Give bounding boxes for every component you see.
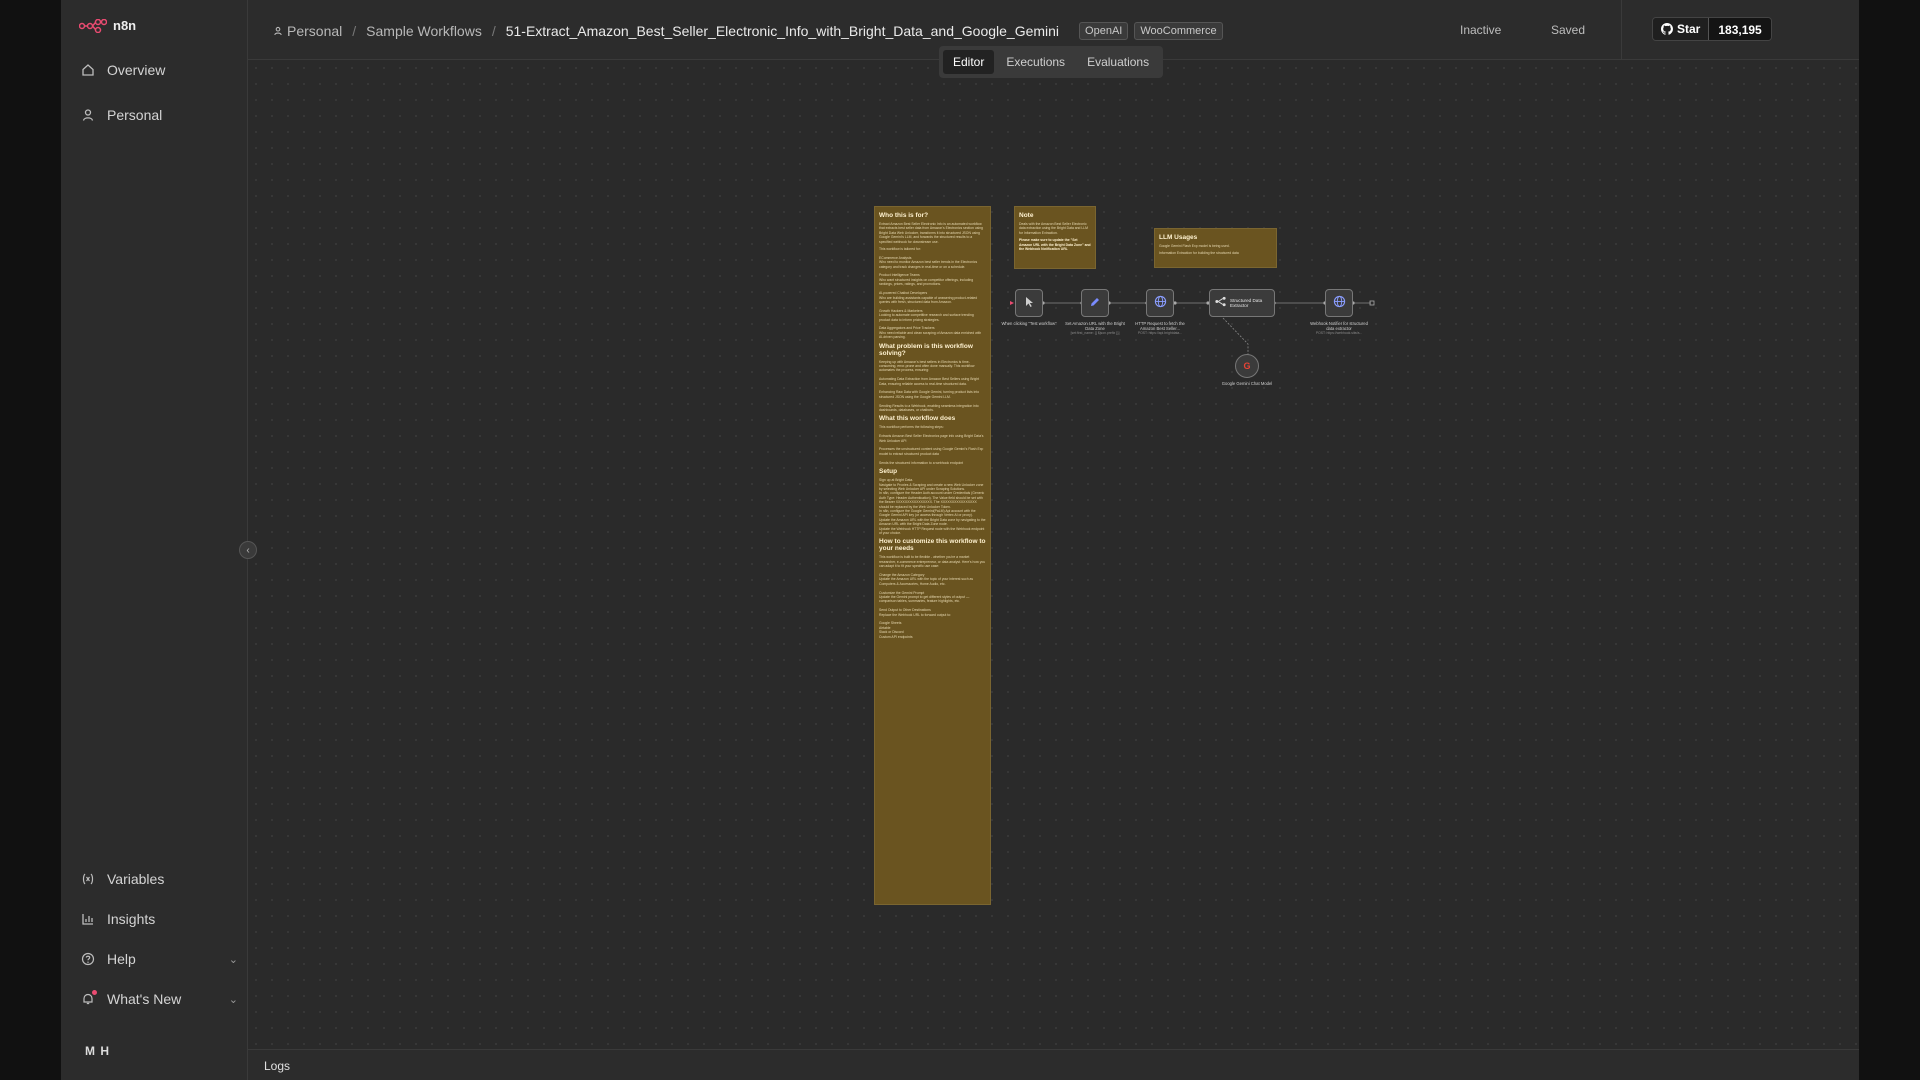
chevron-left-icon: ‹ — [246, 544, 250, 556]
tag-openai[interactable]: OpenAI — [1079, 22, 1129, 40]
sidebar-item-variables[interactable]: Variables — [81, 871, 164, 887]
github-star-label: Star — [1677, 22, 1701, 36]
user-avatar[interactable]: M H — [85, 1044, 110, 1058]
chevron-down-icon: ⌄ — [228, 993, 238, 1006]
node-subtitle: POST: https://webhook.site/a... — [1315, 331, 1363, 335]
logs-label: Logs — [264, 1059, 291, 1073]
app-logo[interactable]: n8n — [79, 18, 136, 33]
node-http-request-amazon[interactable] — [1146, 289, 1174, 317]
logs-panel[interactable]: Logs — [248, 1049, 1859, 1080]
node-manual-trigger[interactable] — [1015, 289, 1043, 317]
variables-icon — [81, 872, 95, 886]
breadcrumb-label: Personal — [287, 23, 343, 39]
sidebar-item-label: What's New — [107, 991, 182, 1007]
sidebar-item-insights[interactable]: Insights — [81, 911, 155, 927]
tag-woocommerce[interactable]: WooCommerce — [1134, 22, 1223, 40]
n8n-logo-icon — [79, 18, 107, 33]
sidebar-item-help[interactable]: Help ⌄ — [81, 951, 238, 967]
node-webhook-notifier[interactable] — [1325, 289, 1353, 317]
github-star-button[interactable]: Star 183,195 — [1652, 17, 1772, 41]
breadcrumb-sample-workflows[interactable]: Sample Workflows — [366, 23, 482, 39]
sidebar-item-label: Overview — [107, 62, 166, 78]
node-label: Webhook Notifier for structured data ext… — [1310, 321, 1368, 331]
header-divider — [1621, 0, 1622, 60]
github-star-count: 183,195 — [1709, 18, 1771, 40]
sidebar-item-whats-new[interactable]: What's New ⌄ — [81, 990, 238, 1007]
github-icon — [1661, 23, 1673, 35]
home-icon — [81, 63, 95, 77]
chevron-down-icon: ⌄ — [228, 953, 238, 966]
node-subtitle: [set:first_name: {{ $json.prefix }}] — [1070, 331, 1120, 335]
google-icon: G — [1243, 361, 1251, 371]
node-google-gemini-chat-model[interactable]: G — [1235, 354, 1259, 378]
breadcrumb-personal[interactable]: Personal — [273, 23, 342, 39]
sidebar-item-personal[interactable]: Personal — [81, 107, 162, 123]
node-label: HTTP Request to fetch the Amazon Best Se… — [1135, 321, 1185, 331]
tab-executions[interactable]: Executions — [996, 50, 1075, 74]
sidebar-item-label: Personal — [107, 107, 163, 123]
user-icon — [81, 108, 95, 122]
node-structured-data-extractor[interactable]: Structured Data Extractor — [1209, 289, 1275, 317]
node-set-amazon-url[interactable] — [1081, 289, 1109, 317]
connections-layer — [1010, 300, 1375, 359]
node-label: When clicking "Test workflow" — [1001, 321, 1057, 326]
node-label: Google Gemini Chat Model — [1221, 381, 1273, 386]
sidebar-item-label: Help — [107, 951, 136, 967]
user-icon — [274, 26, 282, 36]
node-subtitle: POST: https://api.brightdata... — [1137, 331, 1183, 335]
workflow-title[interactable]: 51-Extract_Amazon_Best_Seller_Electronic… — [506, 23, 1059, 39]
globe-icon — [1333, 295, 1346, 311]
tab-evaluations[interactable]: Evaluations — [1077, 50, 1159, 74]
pointer-icon — [1023, 296, 1035, 311]
app-name: n8n — [113, 18, 137, 33]
breadcrumb: Personal / Sample Workflows / 51-Extract… — [273, 22, 1223, 40]
sidebar-item-label: Variables — [107, 871, 165, 887]
globe-icon — [1154, 295, 1167, 311]
tab-editor[interactable]: Editor — [943, 50, 995, 74]
breadcrumb-separator: / — [352, 23, 357, 39]
view-tabs: Editor Executions Evaluations — [939, 46, 1164, 78]
app-frame: n8n Overview Personal Variables Insights — [61, 0, 1859, 1080]
github-star[interactable]: Star — [1653, 18, 1710, 40]
workflow-canvas[interactable]: Who this is for? Extract Amazon Best Sel… — [248, 60, 1859, 1049]
extractor-icon — [1215, 296, 1226, 310]
collapse-sidebar-button[interactable]: ‹ — [239, 541, 257, 559]
sidebar-item-label: Insights — [107, 911, 156, 927]
notification-dot — [92, 990, 97, 995]
save-state: Saved — [1551, 23, 1586, 37]
help-icon — [81, 952, 95, 966]
breadcrumb-separator: / — [491, 23, 496, 39]
node-label: Structured Data Extractor — [1230, 297, 1263, 308]
sidebar: n8n Overview Personal Variables Insights — [61, 0, 248, 1080]
pencil-icon — [1089, 296, 1101, 311]
bell-icon — [81, 990, 97, 1006]
node-label: Set Amazon URL with the Bright Data Zone — [1065, 321, 1125, 331]
sidebar-item-overview[interactable]: Overview — [81, 62, 165, 78]
workflow-status[interactable]: Inactive — [1460, 23, 1501, 37]
chart-icon — [81, 912, 95, 926]
